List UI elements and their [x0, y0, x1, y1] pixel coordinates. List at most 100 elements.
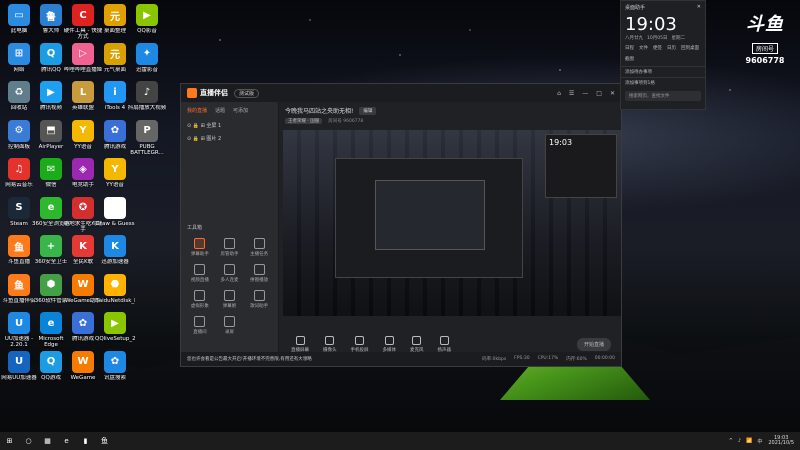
- widget-button[interactable]: 日程: [625, 45, 634, 51]
- tool-label: 录屏: [224, 330, 234, 335]
- stream-preview[interactable]: 19:03: [283, 130, 621, 316]
- tool-item[interactable]: 主播任务: [244, 238, 274, 257]
- category-tag[interactable]: 王者荣耀 · 国服: [285, 118, 323, 124]
- scene-item[interactable]: ⊙ 🔒 ⊞ 全屏 1: [181, 119, 278, 132]
- source-button[interactable]: 手机投屏: [351, 335, 369, 353]
- source-button[interactable]: 多媒体: [383, 335, 396, 353]
- desktop-widget[interactable]: 桌面助手 ✕ 19:03 八月廿九 10月05日 星期二 日程 文件 便签 日历 回到桌面 截图…: [620, 0, 706, 110]
- window-control-icon[interactable]: ✕: [610, 90, 615, 97]
- taskbar-app-icon[interactable]: ▮: [80, 436, 91, 447]
- start-live-button[interactable]: 开始直播: [576, 337, 611, 351]
- edit-title-button[interactable]: 编辑: [359, 106, 377, 115]
- source-button[interactable]: 扬声器: [438, 335, 451, 353]
- taskbar-app-icon[interactable]: ▦: [42, 436, 53, 447]
- desktop-icon[interactable]: ⬣BaiduNetdisk_bdjmj2_7...: [95, 273, 135, 304]
- status-stats: 码率:0kbps FPS:30 CPU:17% 内存:60% 00:00:00: [482, 356, 615, 362]
- desktop-icon[interactable]: ✪ 绝地求生吃鸡助手: [64, 196, 102, 234]
- widget-button[interactable]: 文件: [639, 45, 648, 51]
- taskbar-app-icon[interactable]: ⊞: [4, 436, 15, 447]
- desktop-icon[interactable]: Y YY语音: [98, 158, 132, 188]
- desktop-icon-image: 鲁: [40, 4, 62, 26]
- desktop-icon-image: ♻: [8, 81, 30, 103]
- desktop-icon-image: U: [8, 312, 30, 334]
- status-stat: 内存:60%: [566, 357, 587, 362]
- scene-tab[interactable]: 可添加: [233, 107, 248, 114]
- taskbar-app-icon[interactable]: 鱼: [99, 436, 110, 447]
- source-button[interactable]: 麦克风: [410, 335, 424, 353]
- desktop-icon-image: i: [104, 81, 126, 103]
- taskbar-clock[interactable]: 19:03 2021/10/5: [768, 435, 794, 447]
- taskbar-apps: ⊞ ○ ▦ e ▮ 鱼: [4, 436, 110, 447]
- desktop-icon[interactable]: P PUBG BATTLEGR...: [130, 119, 164, 157]
- widget-button[interactable]: 便签: [653, 45, 662, 51]
- widget-todo-2[interactable]: 添加事项到1格: [621, 77, 705, 88]
- desktop-icon[interactable]: ✎ Draw & Guess: [95, 196, 135, 227]
- scene-tab[interactable]: 我的直播: [187, 107, 207, 114]
- taskbar-app-icon[interactable]: ○: [23, 436, 34, 447]
- window-control-icon[interactable]: ⌂: [557, 90, 561, 97]
- tool-item[interactable]: 房管助手: [215, 238, 245, 257]
- desktop-icon-image: Y: [104, 158, 126, 180]
- desktop-icon-image: ✦: [136, 42, 158, 65]
- scene-item[interactable]: ⊙ 🔒 ⊞ 图片 2: [181, 132, 278, 145]
- tool-item[interactable]: 视频直播: [185, 264, 215, 283]
- version-badge[interactable]: 测试版: [234, 88, 260, 98]
- tool-item[interactable]: 弹幕姬: [215, 290, 245, 309]
- desktop-icon[interactable]: ✿ 讯盘搜索: [98, 350, 132, 381]
- scene-list: ⊙ 🔒 ⊞ 全屏 1 ⊙ 🔒 ⊞ 图片 2: [181, 119, 278, 145]
- desktop-icon-label: Draw & Guess: [95, 220, 135, 227]
- desktop-icon[interactable]: ▶ QQliveSetup_20_758: [95, 312, 135, 342]
- tool-item[interactable]: 录屏: [215, 316, 245, 335]
- tool-item[interactable]: 直播间: [185, 316, 215, 335]
- desktop-icon[interactable]: K 迅游加速器: [98, 235, 132, 265]
- widget-todo-1[interactable]: 添加待办事项: [621, 66, 705, 77]
- source-button[interactable]: 摄像头: [323, 335, 337, 353]
- tray-icon[interactable]: 📶: [746, 438, 752, 445]
- scene-panel: 我的直播 话题 可添加 ⊙ 🔒 ⊞ 全屏 1 ⊙ 🔒 ⊞ 图片 2 工具箱 弹幕助手 房…: [181, 102, 279, 352]
- tool-icon: [253, 290, 265, 301]
- desktop-icon-image: ▷: [72, 42, 94, 65]
- tray-icon[interactable]: ♪: [738, 438, 741, 445]
- window-control-icon[interactable]: □: [596, 90, 602, 97]
- desktop-icon[interactable]: ♪ 抖扇播放大视频: [127, 81, 167, 111]
- tool-item[interactable]: 多人连麦: [215, 264, 245, 283]
- tool-item[interactable]: 歌词助手: [244, 290, 274, 309]
- desktop-icon-image: ✪: [72, 196, 94, 219]
- desktop-icon[interactable]: ▶ QQ影音: [130, 4, 164, 34]
- widget-search-input[interactable]: 搜索网页、查找文件: [625, 91, 701, 101]
- widget-button[interactable]: 截图: [625, 56, 634, 62]
- source-button[interactable]: 直播屏幕: [291, 335, 309, 353]
- room-number-text: 房间号 9606778: [328, 119, 364, 124]
- tool-item[interactable]: 拼图播放: [244, 264, 274, 283]
- desktop-icon-image: K: [104, 235, 126, 257]
- tray-icon[interactable]: 中: [757, 438, 762, 445]
- tool-item[interactable]: 虚拟形象: [185, 290, 215, 309]
- desktop-icon[interactable]: e Microsoft Edge: [34, 312, 68, 349]
- taskbar: ⊞ ○ ▦ e ▮ 鱼 ^ ♪ 📶 中 19:03 2021/10/5: [0, 432, 800, 450]
- status-stat: 00:00:00: [594, 356, 615, 361]
- tool-label: 弹幕姬: [222, 304, 237, 309]
- desktop-icon-image: ♪: [136, 81, 158, 103]
- tool-item[interactable]: 弹幕助手: [185, 238, 215, 257]
- window-control-icon[interactable]: ☰: [569, 90, 574, 97]
- desktop-icon-image: ✉: [40, 158, 62, 180]
- window-control-icon[interactable]: —: [582, 90, 588, 97]
- desktop-icon-label: 抖扇播放大视频: [127, 105, 167, 111]
- tool-label: 歌词助手: [250, 304, 269, 309]
- desktop-icon-image: ▶: [136, 4, 158, 26]
- desktop-icon[interactable]: C 硬件工具 - 快捷方式: [64, 4, 102, 41]
- live-assistant-window[interactable]: 直播伴侣 测试版 ⌂ ☰ — □ ✕ 我的直播 话题 可添加 ⊙ 🔒 ⊞ 全屏 1 ⊙ 🔒 ⊞…: [180, 83, 622, 367]
- taskbar-app-icon[interactable]: e: [61, 436, 72, 447]
- source-icon: [384, 335, 394, 345]
- scene-tab[interactable]: 话题: [215, 107, 225, 114]
- widget-close-icon[interactable]: ✕: [697, 4, 701, 11]
- widget-button[interactable]: 回到桌面: [681, 45, 699, 51]
- desktop-icon[interactable]: ✦ 迅雷影音: [130, 42, 164, 73]
- desktop-icon-image: Y: [72, 119, 94, 142]
- app-title-bar[interactable]: 直播伴侣 测试版 ⌂ ☰ — □ ✕: [181, 84, 621, 102]
- tool-icon: [194, 238, 206, 249]
- widget-button[interactable]: 日历: [667, 45, 676, 51]
- tray-icon[interactable]: ^: [729, 438, 733, 445]
- desktop-icon-image: ⊞: [8, 42, 30, 65]
- widget-header: 桌面助手: [625, 5, 646, 11]
